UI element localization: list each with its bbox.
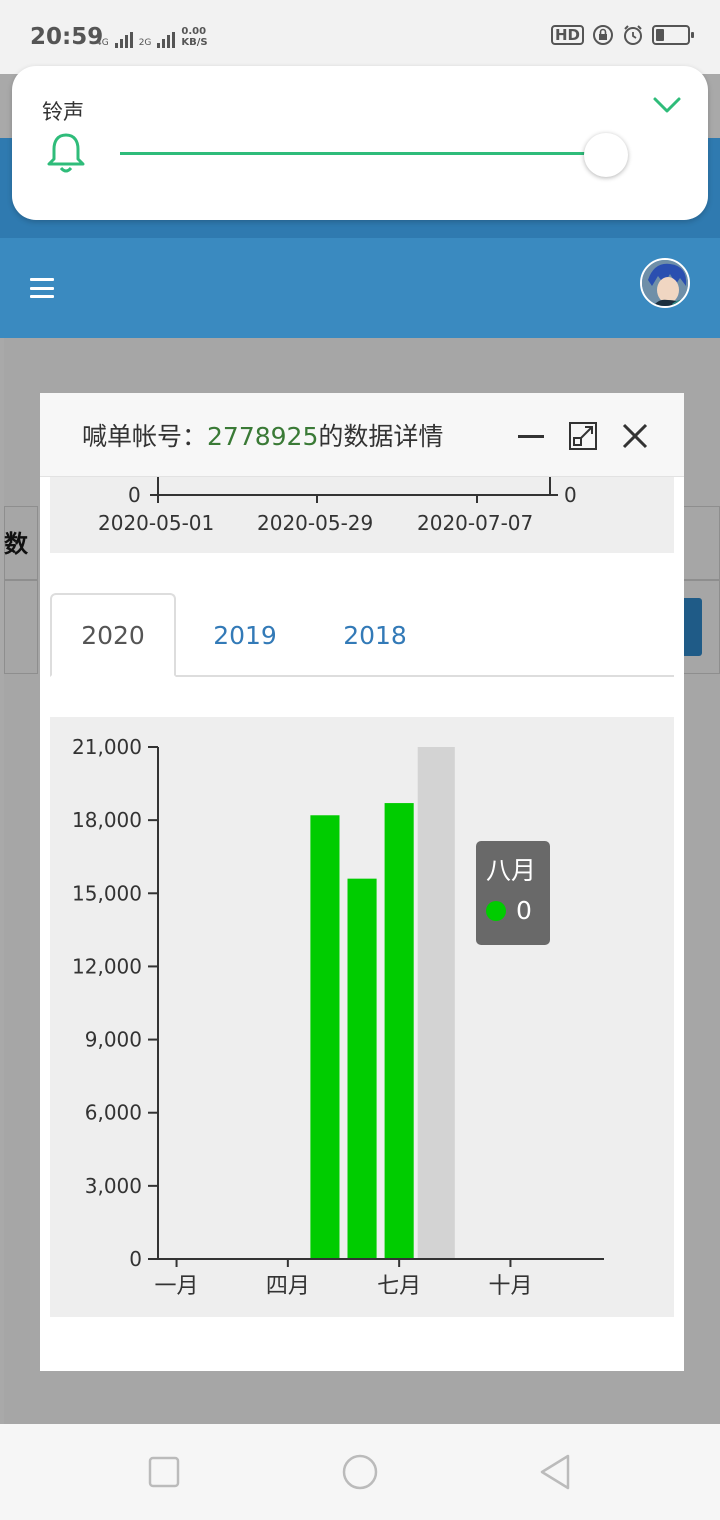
back-icon[interactable] — [536, 1452, 576, 1492]
top-chart-x-tick: 2020-07-07 — [417, 511, 534, 535]
hamburger-icon[interactable] — [30, 278, 54, 298]
bar-六月 — [347, 878, 377, 1259]
close-icon[interactable] — [620, 421, 650, 451]
tab-2019[interactable]: 2019 — [190, 593, 300, 677]
network-indicators: 4G 2G 0.00 KB/S — [96, 26, 208, 48]
top-chart-x-tick: 2020-05-29 — [257, 511, 374, 535]
year-tabs: 2020 2019 2018 — [50, 593, 674, 677]
signal-icon — [157, 32, 176, 48]
bg-column-header: 数 — [4, 530, 28, 558]
net-speed: 0.00 KB/S — [181, 26, 207, 48]
volume-label: 铃声 — [42, 100, 84, 124]
net-speed-unit: KB/S — [181, 37, 208, 48]
maximize-icon[interactable] — [568, 421, 598, 451]
battery-icon — [652, 24, 694, 46]
bg-table-cell — [680, 506, 720, 580]
x-tick-label: 七月 — [377, 1274, 421, 1299]
volume-slider-track[interactable] — [120, 152, 606, 155]
rotation-lock-icon — [592, 24, 614, 46]
y-tick-label: 15,000 — [72, 881, 142, 905]
y-tick-label: 18,000 — [72, 808, 142, 832]
system-nav-bar — [0, 1424, 720, 1520]
home-icon[interactable] — [340, 1452, 380, 1492]
highlight-column — [417, 747, 455, 1259]
signal-icon — [114, 32, 133, 48]
top-chart-y-left-tick: 0 — [128, 483, 141, 507]
modal-title-bar: 喊单帐号：2778925的数据详情 — [40, 393, 684, 477]
data-detail-modal: 喊单帐号：2778925的数据详情 0 0 2020-05-01 2020-05… — [40, 393, 684, 1371]
x-tick-label: 一月 — [155, 1274, 199, 1299]
hd-call-icon: HD — [550, 25, 584, 45]
avatar[interactable] — [640, 258, 690, 308]
chart-tooltip: 八月 0 — [476, 841, 550, 945]
minimize-icon[interactable] — [516, 421, 546, 451]
title-suffix: 的数据详情 — [318, 422, 444, 451]
bg-table-cell — [4, 580, 38, 674]
tooltip-marker — [486, 901, 506, 921]
top-chart-y-right-tick: 0 — [564, 483, 577, 507]
x-tick-label: 十月 — [488, 1274, 532, 1299]
tab-2018[interactable]: 2018 — [320, 593, 430, 677]
status-icons: HD — [550, 24, 694, 46]
monthly-bar-chart: 0 3,000 6,000 9,000 12,000 15,000 18,000 21,000… — [50, 717, 674, 1317]
volume-slider-thumb[interactable] — [584, 133, 628, 177]
top-chart-x-tick: 2020-05-01 — [98, 511, 215, 535]
tooltip-title: 八月 — [486, 856, 537, 885]
status-time: 20:59 — [30, 24, 104, 50]
status-bar: 20:59 4G 2G 0.00 KB/S HD — [0, 0, 720, 74]
network-type-2: 2G — [138, 38, 152, 48]
recent-apps-icon[interactable] — [144, 1452, 184, 1492]
bar-chart-svg: 0 3,000 6,000 9,000 12,000 15,000 18,000 21,000… — [72, 735, 604, 1299]
tab-2020[interactable]: 2020 — [50, 593, 176, 677]
y-tick-label: 3,000 — [85, 1174, 142, 1198]
hd-label: HD — [554, 26, 580, 44]
x-tick-label: 四月 — [266, 1274, 310, 1299]
alarm-icon — [622, 24, 644, 46]
volume-panel: 铃声 — [12, 66, 708, 220]
account-id: 2778925 — [207, 422, 319, 451]
bar-五月 — [310, 815, 340, 1259]
bell-icon[interactable] — [46, 132, 86, 174]
y-tick-label: 21,000 — [72, 735, 142, 759]
network-type-1: 4G — [96, 38, 109, 48]
title-prefix: 喊单帐号： — [82, 422, 208, 451]
app-header — [0, 238, 720, 338]
bar-七月 — [384, 803, 414, 1259]
chevron-down-icon[interactable] — [652, 94, 682, 116]
y-tick-label: 9,000 — [85, 1028, 142, 1052]
modal-title: 喊单帐号：2778925的数据详情 — [82, 417, 443, 453]
y-tick-label: 12,000 — [72, 954, 142, 978]
tooltip-value: 0 — [516, 896, 532, 925]
top-line-chart: 0 0 2020-05-01 2020-05-29 2020-07-07 — [50, 477, 674, 553]
net-speed-value: 0.00 — [181, 26, 207, 37]
y-tick-label: 0 — [129, 1247, 142, 1271]
y-tick-label: 6,000 — [85, 1101, 142, 1125]
